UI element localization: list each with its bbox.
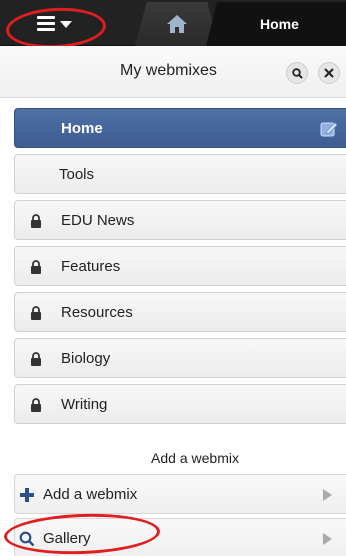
caret-down-icon [59, 20, 72, 28]
search-button[interactable] [286, 62, 308, 84]
webmix-item-writing[interactable]: Writing [14, 384, 346, 424]
webmix-item-biology[interactable]: Biology [14, 338, 346, 378]
arrow-right-icon [323, 533, 332, 545]
close-button[interactable] [318, 62, 340, 84]
gallery-button[interactable]: Gallery [14, 518, 346, 556]
webmix-item-edu-news[interactable]: EDU News [14, 200, 346, 240]
hamburger-menu-icon [36, 15, 55, 31]
webmix-label: Tools [59, 165, 95, 183]
tab-home-icon[interactable] [135, 2, 219, 46]
webmix-item-tools[interactable]: Tools [14, 154, 346, 194]
webmix-list: Home Tools EDU News Features Resources B… [14, 108, 346, 430]
lock-icon [31, 306, 41, 320]
webmix-label: EDU News [61, 211, 135, 229]
webmix-item-home[interactable]: Home [14, 108, 346, 148]
house-icon [167, 15, 187, 33]
search-icon [291, 67, 303, 79]
lock-icon [31, 260, 41, 274]
close-icon [324, 68, 334, 78]
gallery-label: Gallery [43, 529, 91, 547]
top-bar: Home [0, 0, 346, 51]
webmix-label: Biology [61, 349, 111, 367]
lock-icon [31, 214, 41, 228]
webmix-label: Home [61, 119, 103, 137]
edit-icon[interactable] [320, 120, 338, 138]
webmix-label: Writing [61, 395, 108, 413]
webmix-label: Resources [61, 303, 133, 321]
arrow-right-icon [323, 489, 332, 501]
lock-icon [31, 398, 41, 412]
add-webmix-button[interactable]: Add a webmix [14, 474, 346, 514]
menu-button[interactable] [22, 8, 86, 38]
tab-home-label: Home [260, 16, 299, 32]
search-icon [19, 531, 35, 547]
tab-home[interactable]: Home [206, 2, 346, 46]
add-webmix-heading: Add a webmix [151, 450, 239, 466]
webmix-item-resources[interactable]: Resources [14, 292, 346, 332]
plus-icon [20, 488, 34, 502]
panel-header: My webmixes [0, 46, 346, 98]
lock-icon [31, 352, 41, 366]
panel-title: My webmixes [120, 62, 217, 79]
webmix-item-features[interactable]: Features [14, 246, 346, 286]
webmix-label: Features [61, 257, 121, 275]
add-webmix-label: Add a webmix [43, 485, 138, 503]
